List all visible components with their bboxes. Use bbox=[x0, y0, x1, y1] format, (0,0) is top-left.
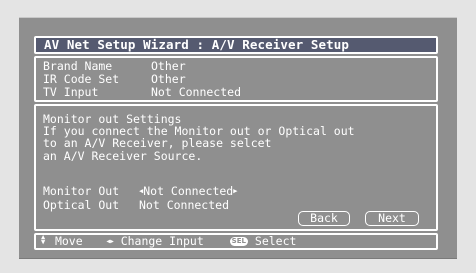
back-button[interactable]: Back bbox=[298, 211, 350, 226]
info-row-tv-input: TV Input Not Connected bbox=[43, 86, 436, 99]
page-title: AV Net Setup Wizard : A/V Receiver Setup bbox=[44, 37, 350, 52]
help-select: Select bbox=[254, 234, 297, 248]
monitor-out-label: Monitor Out bbox=[43, 184, 120, 198]
tv-input-label: TV Input bbox=[43, 85, 99, 99]
optical-out-label: Optical Out bbox=[43, 198, 120, 212]
info-panel: Brand Name Other IR Code Set Other TV In… bbox=[34, 56, 438, 102]
optical-out-value[interactable]: Not Connected bbox=[139, 199, 229, 211]
settings-message-line-3: an A/V Receiver Source. bbox=[43, 148, 203, 163]
help-bar: ▲ ▼ Move ◀▶ Change Input SEL Select bbox=[34, 233, 438, 250]
help-move: Move bbox=[54, 234, 83, 248]
help-change-input: Change Input bbox=[120, 234, 204, 248]
wizard-title-bar: AV Net Setup Wizard : A/V Receiver Setup bbox=[34, 36, 438, 54]
settings-message-line-2: to an A/V Receiver, please selcet bbox=[43, 136, 272, 151]
monitor-out-settings-panel: Monitor out Settings If you connect the … bbox=[34, 104, 438, 231]
monitor-out-value: Not Connected bbox=[143, 184, 234, 198]
monitor-out-selector[interactable]: ◀Not Connected▶ bbox=[139, 185, 237, 197]
up-down-arrows-icon: ▲ ▼ bbox=[41, 233, 46, 246]
sel-button-icon: SEL bbox=[229, 237, 248, 246]
arrow-right-icon[interactable]: ▶ bbox=[233, 187, 237, 195]
left-right-arrows-icon: ◀▶ bbox=[106, 238, 114, 245]
next-button[interactable]: Next bbox=[365, 211, 419, 226]
tv-input-value: Not Connected bbox=[151, 85, 242, 99]
